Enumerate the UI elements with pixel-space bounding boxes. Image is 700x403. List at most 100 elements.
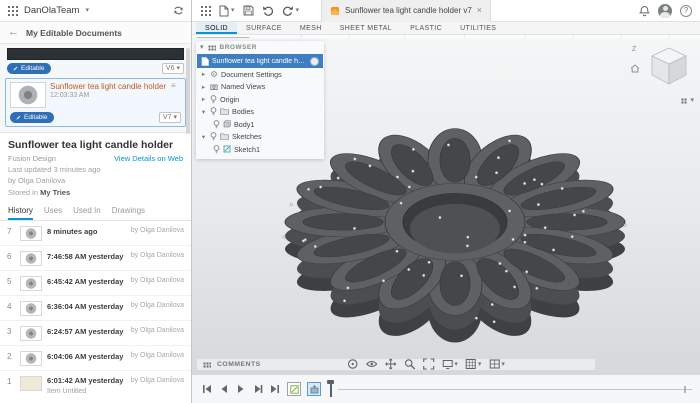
browser-node-document-settings[interactable]: ▸ Document Settings — [196, 68, 324, 81]
user-avatar[interactable] — [658, 4, 672, 18]
body-cube-icon — [223, 120, 231, 128]
display-settings-icon[interactable]: ▾ — [441, 358, 458, 370]
navigation-bar: ▾ ▾ ▾ — [346, 358, 505, 370]
close-icon[interactable]: × — [477, 6, 482, 15]
home-icon[interactable] — [630, 64, 640, 76]
chevron-down-icon[interactable]: ▾ — [200, 133, 207, 141]
version-author: by Olga Danilova — [131, 225, 184, 234]
chevron-right-icon[interactable]: ▸ — [200, 95, 207, 103]
grid-settings-icon[interactable]: ▾ — [465, 358, 482, 370]
item-menu-icon[interactable]: ≡ — [171, 82, 181, 108]
chevron-right-icon[interactable]: ▸ — [200, 70, 207, 78]
tab-solid[interactable]: SOLID — [196, 22, 237, 34]
data-panel-toggle-icon[interactable] — [200, 5, 211, 16]
browser-node-sketches[interactable]: ▾ Sketches — [196, 131, 324, 144]
chevron-down-icon[interactable]: ▾ — [690, 97, 694, 104]
tab-drawings[interactable]: Drawings — [112, 206, 145, 220]
version-badge[interactable]: V6 ▾ — [162, 63, 184, 74]
list-item-selected[interactable]: Sunflower tea light candle holder 12:03:… — [5, 78, 186, 127]
drag-grip-icon[interactable] — [203, 362, 211, 368]
version-badge[interactable]: V7 ▾ — [159, 112, 181, 123]
apps-grid-icon[interactable] — [7, 5, 18, 16]
version-row[interactable]: 2 6:04:06 AM yesterday by Olga Danilova — [0, 346, 191, 371]
color-swatch-icon[interactable] — [310, 57, 319, 66]
tab-sheet-metal[interactable]: SHEET METAL — [331, 22, 401, 34]
visibility-bulb-icon[interactable] — [213, 120, 220, 129]
version-row[interactable]: 7 8 minutes ago by Olga Danilova — [0, 221, 191, 246]
browser-node-body1[interactable]: Body1 — [196, 118, 324, 131]
list-item-previous[interactable]: Editable V6 ▾ — [5, 48, 186, 78]
version-time: 6:01:42 AM yesterday — [47, 374, 123, 385]
breadcrumb-label[interactable]: My Editable Documents — [26, 28, 122, 38]
tab-history[interactable]: History — [8, 206, 33, 220]
stored-location: Stored in My Tries — [8, 188, 183, 197]
undo-button[interactable] — [262, 5, 274, 16]
look-at-icon[interactable] — [365, 358, 377, 370]
timeline-position-marker[interactable] — [327, 380, 334, 398]
browser-root-node[interactable]: Sunflower tea light candle holder v7 — [197, 54, 323, 68]
timeline-feature-extrude[interactable] — [307, 382, 321, 396]
project-link[interactable]: My Tries — [40, 188, 70, 197]
team-selector[interactable]: DanOlaTeam — [24, 5, 79, 16]
visibility-bulb-icon[interactable] — [210, 107, 217, 116]
tab-uses[interactable]: Uses — [44, 206, 62, 220]
version-row[interactable]: 6 7:46:58 AM yesterday by Olga Danilova — [0, 246, 191, 271]
browser-node-named-views[interactable]: ▸ Named Views — [196, 81, 324, 94]
tab-utilities[interactable]: UTILITIES — [451, 22, 505, 34]
version-number: 1 — [7, 375, 15, 386]
chevron-down-icon[interactable]: ▾ — [200, 108, 207, 116]
collapse-icon[interactable]: ▾ — [200, 44, 204, 51]
version-row[interactable]: 5 6:45:42 AM yesterday by Olga Danilova — [0, 271, 191, 296]
back-icon[interactable]: ← — [8, 27, 19, 38]
save-icon — [243, 5, 254, 16]
fusion-app-window: DanOlaTeam ▾ ← My Editable Documents Edi… — [0, 0, 700, 403]
version-row[interactable]: 1 6:01:42 AM yesterday Item Untitled by … — [0, 371, 191, 403]
fit-view-icon[interactable] — [422, 358, 434, 370]
go-to-end-button[interactable] — [268, 383, 281, 396]
node-label: Origin — [220, 95, 239, 104]
version-author: by Olga Danilova — [131, 275, 184, 284]
viewport-canvas[interactable]: ▾ BROWSER Sunflower tea light candle hol… — [192, 38, 700, 374]
chevron-down-icon[interactable]: ▾ — [85, 7, 89, 14]
redo-button[interactable]: ▾ — [282, 5, 300, 16]
step-back-button[interactable] — [217, 383, 230, 396]
tab-surface[interactable]: SURFACE — [237, 22, 291, 34]
step-forward-button[interactable] — [251, 383, 264, 396]
view-cube[interactable]: Z ▾ — [630, 42, 694, 104]
help-icon[interactable]: ? — [680, 5, 692, 17]
z-axis-label: Z — [632, 46, 636, 53]
view-cube-menu-icon[interactable] — [681, 98, 687, 104]
play-button[interactable] — [234, 383, 247, 396]
notifications-bell-icon[interactable] — [639, 5, 650, 17]
visibility-bulb-icon[interactable] — [210, 132, 217, 141]
orbit-icon[interactable] — [346, 358, 358, 370]
sync-icon[interactable] — [173, 5, 184, 16]
viewports-icon[interactable]: ▾ — [488, 358, 505, 370]
document-details: Sunflower tea light candle holder Fusion… — [0, 133, 191, 201]
go-to-start-button[interactable] — [200, 383, 213, 396]
document-tab[interactable]: Sunflower tea light candle holder v7 × — [321, 0, 491, 22]
timeline-feature-sketch[interactable] — [287, 382, 301, 396]
version-row[interactable]: 4 6:36:04 AM yesterday by Olga Danilova — [0, 296, 191, 321]
tab-mesh[interactable]: MESH — [291, 22, 331, 34]
view-cube-faces[interactable] — [646, 44, 692, 90]
timeline-track[interactable] — [338, 389, 692, 390]
view-details-link[interactable]: View Details on Web — [114, 154, 183, 163]
version-row[interactable]: 3 6:24:57 AM yesterday by Olga Danilova — [0, 321, 191, 346]
scrollbar[interactable] — [186, 48, 190, 134]
pan-icon[interactable] — [384, 358, 396, 370]
tab-used-in[interactable]: Used In — [73, 206, 101, 220]
file-menu-button[interactable]: ▾ — [219, 5, 235, 17]
node-label: Named Views — [221, 82, 265, 91]
detail-tabs: History Uses Used In Drawings — [0, 201, 191, 221]
browser-node-origin[interactable]: ▸ Origin — [196, 93, 324, 106]
zoom-icon[interactable] — [403, 358, 415, 370]
visibility-bulb-icon[interactable] — [213, 145, 220, 154]
tab-plastic[interactable]: PLASTIC — [401, 22, 451, 34]
visibility-bulb-icon[interactable] — [210, 95, 217, 104]
browser-node-bodies[interactable]: ▾ Bodies — [196, 106, 324, 119]
chevron-right-icon[interactable]: ▸ — [200, 83, 207, 91]
browser-node-sketch1[interactable]: Sketch1 — [196, 143, 324, 156]
save-button[interactable] — [243, 5, 254, 16]
drag-grip-icon[interactable] — [208, 45, 216, 51]
